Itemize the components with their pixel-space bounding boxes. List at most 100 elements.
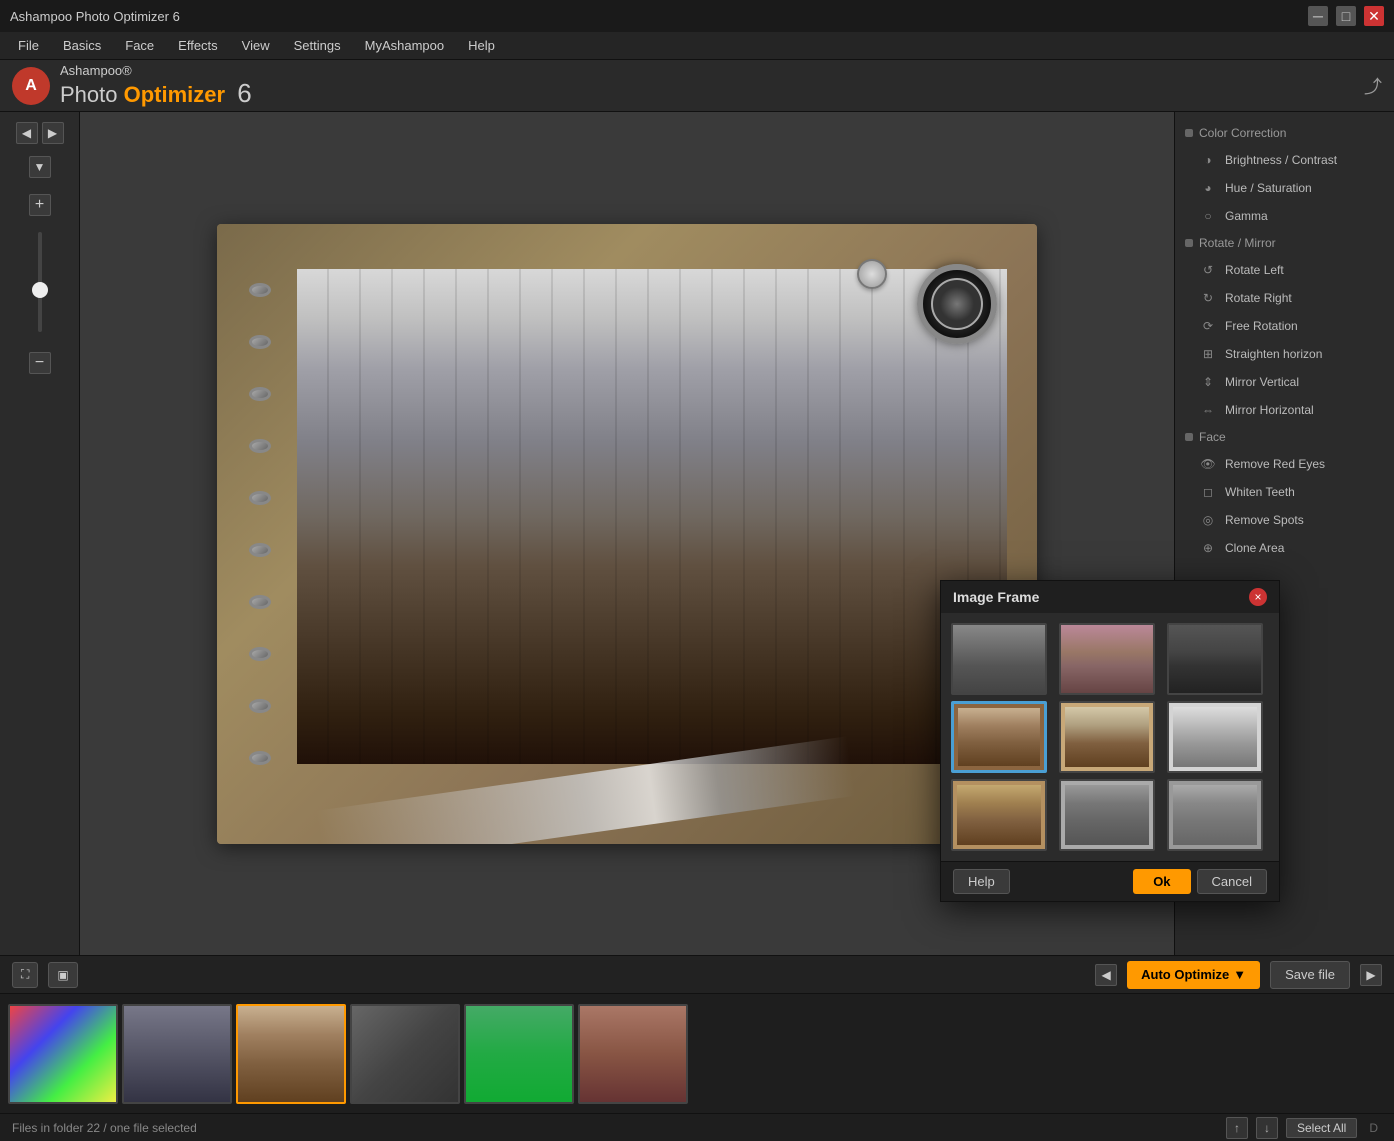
view-toggle-button[interactable]: ▣ (48, 962, 77, 988)
dialog-footer: Help Ok Cancel (941, 861, 1279, 901)
dialog-action-buttons: Ok Cancel (1133, 869, 1267, 894)
teeth-icon: ◻ (1199, 483, 1217, 501)
frame-preview-2 (1061, 625, 1153, 693)
menu-file[interactable]: File (8, 34, 49, 57)
panel-item-free-rotation[interactable]: ⟳ Free Rotation (1175, 312, 1394, 340)
titlebar: Ashampoo Photo Optimizer 6 ─ □ ✕ (0, 0, 1394, 32)
frame-option-1[interactable] (951, 623, 1047, 695)
frame-preview-3 (1169, 625, 1261, 693)
red-eyes-icon: 👁 (1199, 455, 1217, 473)
section-color-correction: Color Correction (1175, 120, 1394, 146)
close-button[interactable]: ✕ (1364, 6, 1384, 26)
frame-option-5[interactable] (1059, 701, 1155, 773)
menu-basics[interactable]: Basics (53, 34, 111, 57)
panel-item-red-eyes[interactable]: 👁 Remove Red Eyes (1175, 450, 1394, 478)
frame-preview-7 (953, 781, 1045, 849)
menu-help[interactable]: Help (458, 34, 505, 57)
expand-button[interactable]: ⛶ (12, 962, 38, 988)
nav-down-button[interactable]: ▼ (29, 156, 51, 178)
maximize-button[interactable]: □ (1336, 6, 1356, 26)
panel-item-mirror-vertical[interactable]: ⇕ Mirror Vertical (1175, 368, 1394, 396)
logobar: A Ashampoo® Photo Optimizer 6 ⤴ (0, 60, 1394, 112)
share-icon[interactable]: ⤴ (1364, 73, 1382, 99)
panel-item-gamma[interactable]: ○ Gamma (1175, 202, 1394, 230)
nav-right-button[interactable]: ▶ (42, 122, 64, 144)
save-file-button[interactable]: Save file (1270, 961, 1350, 989)
app-title: Ashampoo Photo Optimizer 6 (10, 9, 180, 24)
thumb-image-6 (580, 1006, 686, 1102)
panel-item-hue[interactable]: ◕ Hue / Saturation (1175, 174, 1394, 202)
auto-optimize-button[interactable]: Auto Optimize ▼ (1127, 961, 1260, 989)
zoom-slider-container (38, 224, 42, 344)
filmstrip-thumb-4[interactable] (350, 1004, 460, 1104)
delete-placeholder: D (1365, 1121, 1382, 1135)
rotate-right-icon: ↻ (1199, 289, 1217, 307)
frame-preview-5 (1061, 703, 1153, 771)
nav-left-button[interactable]: ◀ (16, 122, 38, 144)
dialog-help-button[interactable]: Help (953, 869, 1010, 894)
panel-item-brightness[interactable]: ◑ Brightness / Contrast (1175, 146, 1394, 174)
panel-item-rotate-left[interactable]: ↺ Rotate Left (1175, 256, 1394, 284)
panel-item-clone-area[interactable]: ⊕ Clone Area (1175, 534, 1394, 562)
minimize-button[interactable]: ─ (1308, 6, 1328, 26)
status-text: Files in folder 22 / one file selected (12, 1121, 197, 1135)
select-all-button[interactable]: Select All (1286, 1118, 1357, 1138)
frame-option-9[interactable] (1167, 779, 1263, 851)
filmstrip-thumb-2[interactable] (122, 1004, 232, 1104)
menu-myashampoo[interactable]: MyAshampoo (355, 34, 454, 57)
filmstrip-thumb-6[interactable] (578, 1004, 688, 1104)
bottom-toolbar: ⛶ ▣ ◀ Auto Optimize ▼ Save file ▶ (0, 955, 1394, 993)
next-button[interactable]: ▶ (1360, 964, 1382, 986)
statusbar: Files in folder 22 / one file selected ↑… (0, 1113, 1394, 1141)
frame-option-7[interactable] (951, 779, 1047, 851)
hue-icon: ◕ (1199, 179, 1217, 197)
zoom-in-button[interactable]: + (29, 194, 51, 216)
dialog-cancel-button[interactable]: Cancel (1197, 869, 1267, 894)
spiral-binding (245, 264, 275, 784)
photo-inner (297, 269, 1007, 764)
prev-button[interactable]: ◀ (1095, 964, 1117, 986)
logo-icon: A (12, 67, 50, 105)
zoom-thumb[interactable] (32, 282, 48, 298)
straighten-icon: ⊞ (1199, 345, 1217, 363)
frame-option-2[interactable] (1059, 623, 1155, 695)
mirror-horizontal-icon: ⇔ (1199, 401, 1217, 419)
filmstrip-thumb-1[interactable] (8, 1004, 118, 1104)
thumb-image-2 (124, 1006, 230, 1102)
sort-asc-button[interactable]: ↑ (1226, 1117, 1248, 1139)
panel-item-whiten-teeth[interactable]: ◻ Whiten Teeth (1175, 478, 1394, 506)
optimizer-name: Optimizer (124, 82, 225, 107)
left-panel: ◀ ▶ ▼ + − (0, 112, 80, 955)
lens-inner (931, 278, 983, 330)
dialog-ok-button[interactable]: Ok (1133, 869, 1190, 894)
thumb-image-1 (10, 1006, 116, 1102)
menu-effects[interactable]: Effects (168, 34, 228, 57)
menu-settings[interactable]: Settings (284, 34, 351, 57)
free-rotation-icon: ⟳ (1199, 317, 1217, 335)
panel-item-rotate-right[interactable]: ↻ Rotate Right (1175, 284, 1394, 312)
menu-face[interactable]: Face (115, 34, 164, 57)
frame-option-8[interactable] (1059, 779, 1155, 851)
panel-item-mirror-horizontal[interactable]: ⇔ Mirror Horizontal (1175, 396, 1394, 424)
titlebar-controls: ─ □ ✕ (1308, 6, 1384, 26)
panel-item-remove-spots[interactable]: ◎ Remove Spots (1175, 506, 1394, 534)
filmstrip-thumb-3[interactable] (236, 1004, 346, 1104)
statusbar-right: ↑ ↓ Select All D (1226, 1117, 1382, 1139)
camera-lens-icon (917, 264, 997, 344)
image-frame-dialog: Image Frame × Help (940, 580, 1280, 902)
sort-desc-button[interactable]: ↓ (1256, 1117, 1278, 1139)
thumb-image-3 (238, 1006, 344, 1102)
section-rotate-mirror: Rotate / Mirror (1175, 230, 1394, 256)
thumb-image-4 (352, 1006, 458, 1102)
menu-view[interactable]: View (232, 34, 280, 57)
panel-item-straighten[interactable]: ⊞ Straighten horizon (1175, 340, 1394, 368)
dialog-close-button[interactable]: × (1249, 588, 1267, 606)
frame-option-3[interactable] (1167, 623, 1263, 695)
frame-preview-6 (1169, 703, 1261, 771)
frame-option-6[interactable] (1167, 701, 1263, 773)
gamma-icon: ○ (1199, 207, 1217, 225)
frame-option-4[interactable] (951, 701, 1047, 773)
filmstrip-thumb-5[interactable] (464, 1004, 574, 1104)
logo-text: Ashampoo® Photo Optimizer 6 (60, 63, 252, 109)
zoom-out-button[interactable]: − (29, 352, 51, 374)
